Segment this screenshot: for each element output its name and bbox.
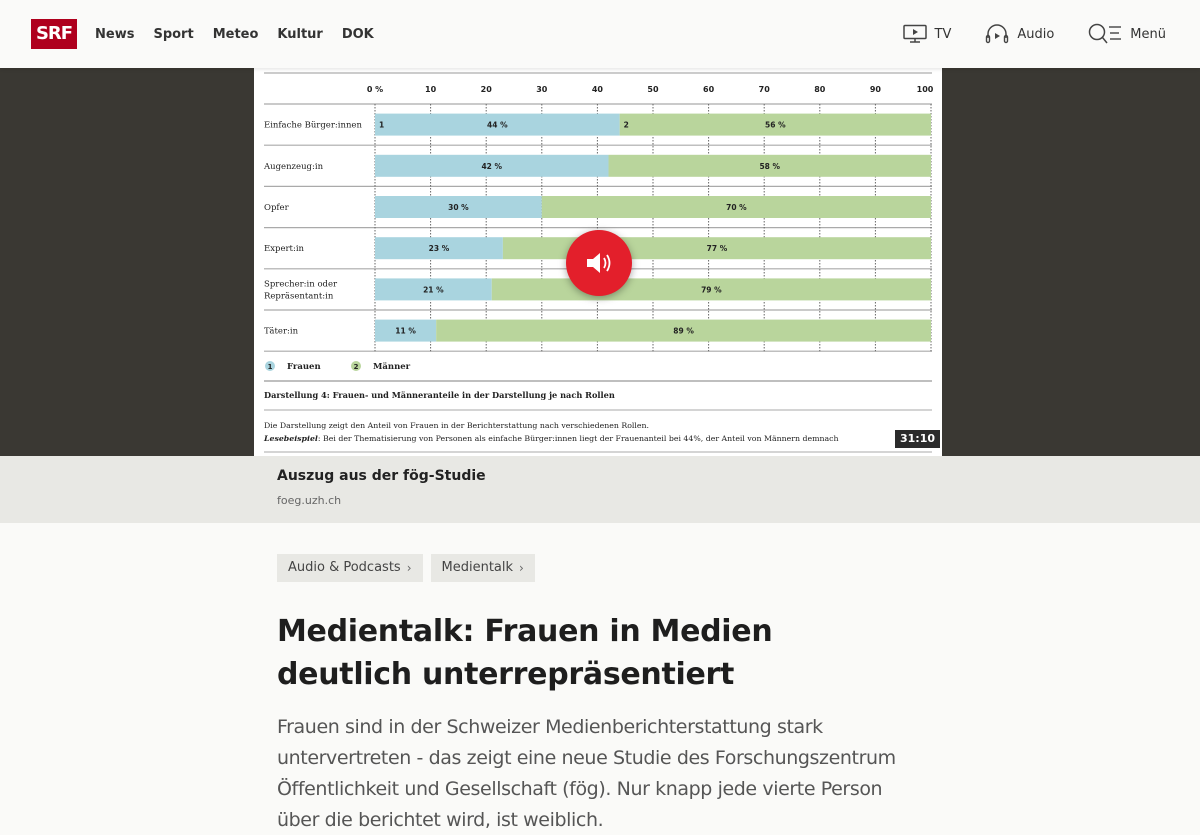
category-label: Repräsentant:in bbox=[264, 291, 334, 301]
bar-value-label: 56 % bbox=[765, 121, 786, 130]
tv-icon bbox=[902, 24, 927, 43]
chevron-right-icon: › bbox=[406, 561, 412, 575]
category-label: Expert:in bbox=[264, 244, 305, 254]
menu-button[interactable]: Menü bbox=[1088, 23, 1166, 45]
category-label: Opfer bbox=[264, 203, 290, 213]
x-tick-label: 60 bbox=[703, 85, 715, 94]
legend-label: Männer bbox=[373, 361, 411, 372]
bar-value-label: 44 % bbox=[487, 121, 508, 130]
x-tick-label: 40 bbox=[592, 85, 604, 94]
audio-label: Audio bbox=[1017, 26, 1055, 42]
reading-example-text: : Bei der Thematisierung von Personen al… bbox=[318, 434, 839, 443]
bar-value-label: 77 % bbox=[707, 244, 728, 253]
category-label: Einfache Bürger:innen bbox=[264, 121, 362, 131]
chart-image: 0 % 10 20 30 40 50 60 70 80 90 100 44 % 1 56 % 2 Einfac… bbox=[254, 68, 942, 456]
nav-meteo[interactable]: Meteo bbox=[213, 27, 259, 42]
nav-dok[interactable]: DOK bbox=[342, 27, 374, 42]
site-header: SRF News Sport Meteo Kultur DOK TV Audio bbox=[0, 0, 1200, 68]
tv-link[interactable]: TV bbox=[902, 24, 952, 44]
series-marker: 2 bbox=[624, 121, 629, 130]
bar-value-label: 30 % bbox=[448, 203, 469, 212]
chart-reading-example: Lesebeispiel: Bei der Thematisierung von… bbox=[263, 434, 839, 443]
menu-label: Menü bbox=[1130, 26, 1166, 42]
nav-sport[interactable]: Sport bbox=[153, 27, 193, 42]
x-tick-label: 20 bbox=[481, 85, 493, 94]
bar-value-label: 21 % bbox=[423, 285, 444, 294]
bar-value-label: 58 % bbox=[759, 162, 780, 171]
x-tick-label: 0 % bbox=[367, 85, 383, 94]
legend-label: Frauen bbox=[287, 362, 321, 372]
bar-value-label: 11 % bbox=[395, 327, 416, 336]
nav-kultur[interactable]: Kultur bbox=[277, 27, 322, 42]
chart-description: Die Darstellung zeigt den Anteil von Fra… bbox=[264, 421, 649, 430]
chevron-right-icon: › bbox=[519, 561, 524, 575]
bar-value-label: 79 % bbox=[701, 285, 722, 294]
legend-marker: 1 bbox=[268, 363, 273, 371]
article-lead: Frauen sind in der Schweizer Medienberic… bbox=[277, 716, 896, 831]
chart-title: Darstellung 4: Frauen- und Männeranteile… bbox=[264, 390, 615, 400]
tv-label: TV bbox=[934, 26, 952, 42]
breadcrumb-audio-podcasts[interactable]: Audio & Podcasts › bbox=[277, 554, 423, 582]
breadcrumb: Audio & Podcasts › Medientalk › bbox=[277, 554, 543, 582]
media-player[interactable]: 0 % 10 20 30 40 50 60 70 80 90 100 44 % 1 56 % 2 Einfac… bbox=[0, 68, 1200, 456]
main-nav: News Sport Meteo Kultur DOK bbox=[95, 0, 393, 68]
x-tick-label: 10 bbox=[425, 85, 437, 94]
x-tick-label: 80 bbox=[814, 85, 826, 94]
bar-value-label: 42 % bbox=[481, 162, 502, 171]
legend-marker: 2 bbox=[354, 363, 359, 371]
breadcrumb-label: Medientalk bbox=[441, 560, 514, 575]
x-tick-label: 30 bbox=[536, 85, 548, 94]
headphones-icon bbox=[986, 24, 1009, 44]
search-menu-icon bbox=[1089, 23, 1122, 44]
x-tick-label: 90 bbox=[870, 85, 882, 94]
audio-link[interactable]: Audio bbox=[985, 24, 1054, 44]
duration-badge: 31:10 bbox=[895, 430, 941, 448]
x-tick-label: 50 bbox=[647, 85, 659, 94]
bar-value-label: 70 % bbox=[726, 203, 747, 212]
category-label: Täter:in bbox=[264, 327, 299, 337]
category-label: Sprecher:in oder bbox=[264, 279, 338, 289]
media-caption: Auszug aus der fög-Studie foeg.uzh.ch bbox=[0, 456, 1200, 523]
bar-value-label: 23 % bbox=[429, 244, 450, 253]
breadcrumb-medientalk[interactable]: Medientalk › bbox=[430, 554, 535, 582]
caption-title: Auszug aus der fög-Studie bbox=[277, 468, 486, 484]
x-tick-label: 70 bbox=[759, 85, 771, 94]
category-label: Augenzeug:in bbox=[263, 162, 324, 172]
service-nav: TV Audio Menü bbox=[869, 0, 1166, 68]
caption-source: foeg.uzh.ch bbox=[277, 494, 342, 507]
play-audio-button[interactable] bbox=[566, 230, 632, 296]
article-title: Medientalk: Frauen in Medien deutlich un… bbox=[277, 614, 773, 692]
series-marker: 1 bbox=[379, 121, 384, 130]
reading-example-label: Lesebeispiel bbox=[263, 434, 318, 443]
breadcrumb-label: Audio & Podcasts bbox=[288, 560, 401, 575]
speaker-icon bbox=[587, 253, 611, 273]
nav-news[interactable]: News bbox=[95, 27, 134, 42]
x-tick-label: 100 bbox=[917, 85, 934, 94]
bar-value-label: 89 % bbox=[673, 327, 694, 336]
srf-logo[interactable]: SRF bbox=[31, 19, 77, 49]
